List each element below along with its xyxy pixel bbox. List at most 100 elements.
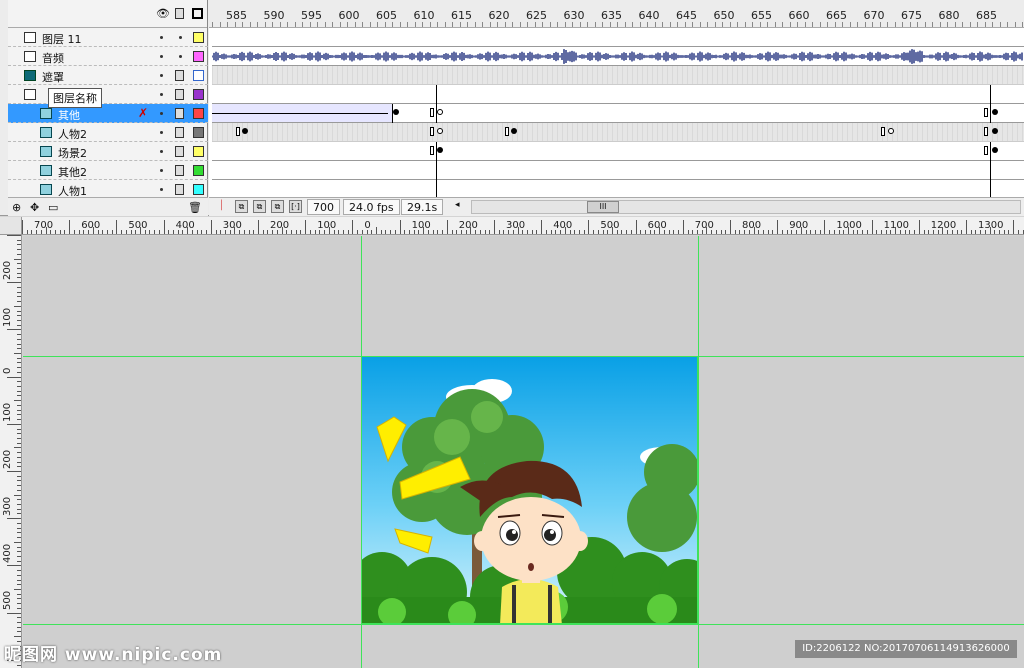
layer-row[interactable]: 图层 11: [8, 28, 208, 47]
keyframe[interactable]: [992, 147, 998, 153]
keyframe[interactable]: [881, 127, 885, 136]
outline-color-swatch[interactable]: [193, 127, 204, 138]
visibility-toggle[interactable]: [160, 188, 163, 191]
lock-icon[interactable]: [175, 8, 184, 19]
layer-row[interactable]: 其他2: [8, 161, 208, 180]
stage-canvas[interactable]: [361, 356, 698, 624]
lock-toggle[interactable]: [179, 36, 182, 39]
frame-tick: [887, 22, 888, 27]
ruler-tick: [602, 230, 604, 234]
scroll-left-icon[interactable]: ◂: [455, 200, 460, 210]
keyframe[interactable]: [888, 128, 894, 134]
visibility-toggle[interactable]: [160, 112, 163, 115]
frame-row[interactable]: [212, 47, 1024, 66]
layer-name[interactable]: 其他: [58, 107, 80, 123]
outline-color-swatch[interactable]: [193, 184, 204, 195]
outline-color-swatch[interactable]: [193, 32, 204, 43]
frame-tick: [557, 22, 558, 27]
keyframe[interactable]: [242, 128, 248, 134]
layer-name[interactable]: 音频: [42, 50, 64, 66]
center-frame-icon[interactable]: ⧉: [235, 200, 248, 213]
layer-row[interactable]: 其他 ✗: [8, 104, 208, 123]
lock-icon[interactable]: [175, 108, 184, 119]
keyframe[interactable]: [430, 108, 434, 117]
keyframe[interactable]: [236, 127, 240, 136]
outline-color-swatch[interactable]: [193, 146, 204, 157]
layer-row[interactable]: 人物2: [8, 123, 208, 142]
visibility-toggle[interactable]: [160, 131, 163, 134]
outline-icon[interactable]: [192, 8, 203, 19]
layer-name[interactable]: 场景2: [58, 145, 87, 161]
layer-name[interactable]: 图层 11: [42, 31, 82, 47]
frame-row[interactable]: [212, 123, 1024, 142]
ruler-tick: [149, 230, 151, 234]
visibility-toggle[interactable]: [160, 74, 163, 77]
outline-color-swatch[interactable]: [193, 70, 204, 81]
frame-row[interactable]: [212, 142, 1024, 161]
layer-row[interactable]: 场景2: [8, 142, 208, 161]
guide-line[interactable]: [23, 624, 1024, 625]
scroll-thumb[interactable]: III: [587, 201, 619, 213]
outline-color-swatch[interactable]: [193, 165, 204, 176]
guide-line[interactable]: [698, 236, 699, 668]
ruler-tick: [810, 230, 812, 234]
frame-row[interactable]: [212, 85, 1024, 104]
motion-guide-icon[interactable]: ✥: [30, 201, 39, 214]
visibility-toggle[interactable]: [160, 169, 163, 172]
edit-multiple-icon[interactable]: [·]: [289, 200, 302, 213]
new-layer-icon[interactable]: ⊕: [12, 201, 21, 214]
layer-row[interactable]: [8, 85, 208, 104]
playhead-icon[interactable]: ᛁ: [215, 199, 228, 213]
layer-row[interactable]: 遮罩: [8, 66, 208, 85]
frame-ruler[interactable]: 585 590 595 600 605 610 615 620 625 630 635 640 645 6…: [209, 0, 1024, 28]
visibility-toggle[interactable]: [160, 150, 163, 153]
keyframe[interactable]: [437, 147, 443, 153]
keyframe[interactable]: [984, 146, 988, 155]
timeline-scrollbar[interactable]: III: [471, 200, 1021, 214]
keyframe[interactable]: [505, 127, 509, 136]
frame-row[interactable]: [212, 28, 1024, 47]
frame-grid[interactable]: 585 590 595 600 605 610 615 620 625 630 635 640 645 6…: [209, 0, 1024, 216]
keyframe[interactable]: [430, 127, 434, 136]
lock-icon[interactable]: [175, 70, 184, 81]
outline-color-swatch[interactable]: [193, 89, 204, 100]
frame-row[interactable]: [212, 66, 1024, 85]
lock-icon[interactable]: [175, 184, 184, 195]
lock-toggle[interactable]: [179, 55, 182, 58]
layer-name[interactable]: 遮罩: [42, 69, 64, 85]
new-folder-icon[interactable]: ▭: [48, 201, 58, 214]
frame-row[interactable]: [212, 104, 1024, 123]
onion-outline-icon[interactable]: ⧉: [271, 200, 284, 213]
keyframe[interactable]: [992, 109, 998, 115]
frame-tick: [527, 22, 528, 27]
ruler-tick: [942, 227, 944, 234]
visibility-toggle[interactable]: [160, 55, 163, 58]
keyframe[interactable]: [511, 128, 517, 134]
keyframe[interactable]: [992, 128, 998, 134]
onion-skin-icon[interactable]: ⧉: [253, 200, 266, 213]
visibility-toggle[interactable]: [160, 93, 163, 96]
visibility-toggle[interactable]: [160, 36, 163, 39]
outline-color-swatch[interactable]: [193, 51, 204, 62]
ruler-tick: [14, 447, 21, 449]
keyframe[interactable]: [437, 128, 443, 134]
outline-color-swatch[interactable]: [193, 108, 204, 119]
lock-icon[interactable]: [175, 165, 184, 176]
trash-icon[interactable]: 🗑: [188, 201, 202, 214]
ruler-tick: [715, 230, 717, 234]
layer-name[interactable]: 人物2: [58, 126, 87, 142]
lock-icon[interactable]: [175, 127, 184, 138]
keyframe[interactable]: [437, 109, 443, 115]
keyframe[interactable]: [984, 108, 988, 117]
eye-icon[interactable]: 👁: [156, 8, 170, 20]
layer-row[interactable]: 音频: [8, 47, 208, 66]
keyframe[interactable]: [393, 109, 399, 115]
keyframe[interactable]: [430, 146, 434, 155]
keyframe[interactable]: [984, 127, 988, 136]
lock-icon[interactable]: [175, 146, 184, 157]
lock-icon[interactable]: [175, 89, 184, 100]
layer-name[interactable]: 其他2: [58, 164, 87, 180]
frame-row[interactable]: [212, 161, 1024, 180]
keyframe-boundary: [990, 142, 991, 161]
stage-workspace[interactable]: [23, 236, 1024, 668]
